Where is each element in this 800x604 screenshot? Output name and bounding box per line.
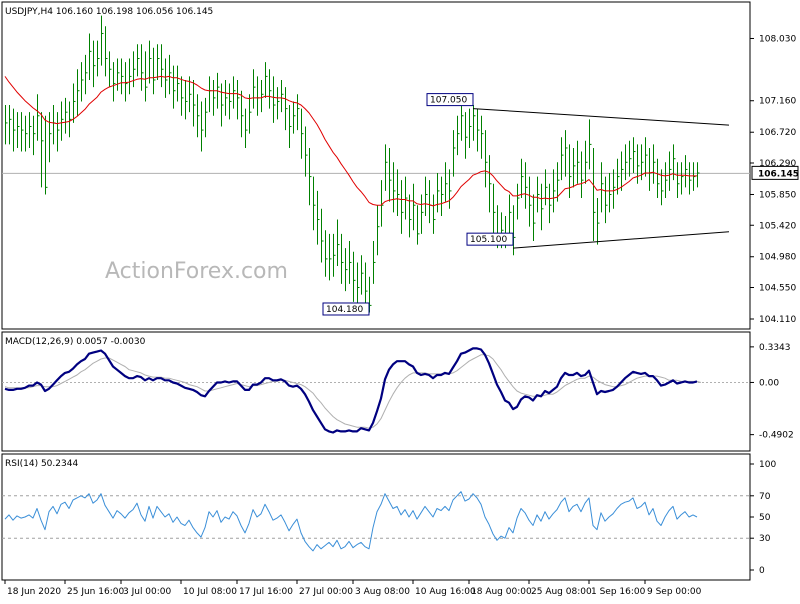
usdjpy-chart-svg: ActionForex.com 107.050 104.180 105.100 108.…: [0, 0, 800, 600]
main-y-tick-label: 108.030: [759, 34, 796, 44]
macd-title: MACD(12,26,9) 0.0057 -0.0030: [5, 337, 146, 347]
macd-y-tick-label: 0.00: [759, 378, 779, 388]
rsi-title: RSI(14) 50.2344: [5, 459, 78, 469]
watermark: ActionForex.com: [105, 259, 288, 284]
price-annotation-label: 104.180: [326, 305, 363, 315]
x-tick-label: 1 Sep 16:00: [591, 587, 646, 597]
main-y-tick-label: 104.110: [759, 315, 796, 325]
rsi-y-tick-label: 70: [759, 492, 771, 502]
x-tick-label: 17 Jul 16:00: [239, 587, 293, 597]
macd-y-tick-label: 0.3343: [759, 343, 791, 353]
price-annotation-label: 105.100: [470, 235, 507, 245]
chart-background: [0, 0, 800, 600]
main-y-tick-label: 107.160: [759, 97, 796, 107]
x-tick-label: 27 Jul 00:00: [299, 587, 353, 597]
x-tick-label: 25 Aug 08:00: [531, 587, 592, 597]
usdjpy-chart-window: ActionForex.com 107.050 104.180 105.100 108.…: [0, 0, 800, 600]
rsi-y-tick-label: 30: [759, 534, 771, 544]
x-tick-label: 18 Aug 00:00: [471, 587, 532, 597]
main-y-tick-label: 104.980: [759, 253, 796, 263]
x-tick-label: 3 Jul 00:00: [123, 587, 172, 597]
main-y-tick-label: 105.850: [759, 190, 796, 200]
main-title: USDJPY,H4 106.160 106.198 106.056 106.14…: [5, 7, 213, 17]
x-tick-label: 18 Jun 2020: [7, 587, 61, 597]
x-tick-label: 9 Sep 00:00: [647, 587, 702, 597]
macd-y-tick-label: -0.4902: [759, 431, 794, 441]
main-y-tick-label: 106.720: [759, 128, 796, 138]
main-y-tick-label: 105.420: [759, 221, 796, 231]
rsi-y-tick-label: 0: [759, 566, 765, 576]
x-tick-label: 3 Aug 08:00: [355, 587, 410, 597]
x-tick-label: 25 Jun 16:00: [67, 587, 124, 597]
main-y-tick-label: 104.550: [759, 284, 796, 294]
rsi-y-tick-label: 100: [759, 460, 776, 470]
x-tick-label: 10 Aug 16:00: [415, 587, 476, 597]
x-tick-label: 10 Jul 08:00: [183, 587, 237, 597]
last-price-label: 106.145: [758, 169, 799, 179]
price-annotation-label: 107.050: [430, 96, 467, 106]
rsi-y-tick-label: 50: [759, 513, 771, 523]
